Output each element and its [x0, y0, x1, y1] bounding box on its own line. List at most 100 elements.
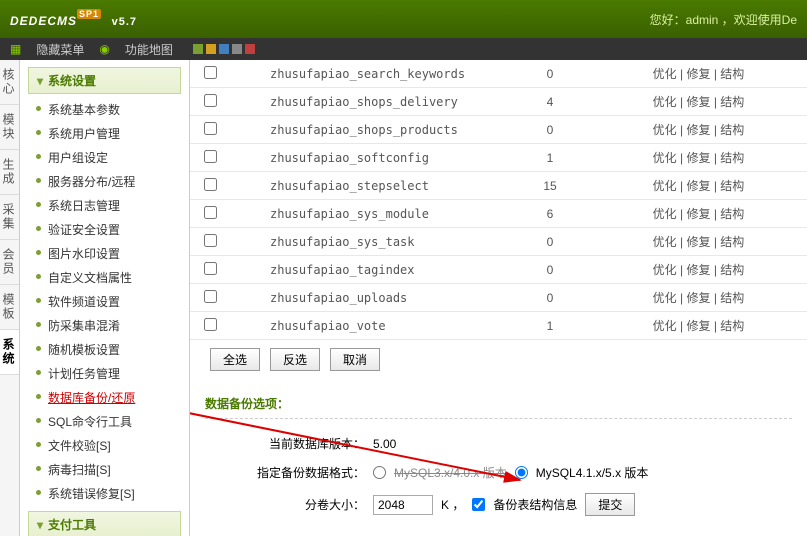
format-opt2-label: MySQL4.1.x/5.x 版本: [536, 464, 649, 481]
vtab-6[interactable]: 系统: [0, 330, 19, 375]
action-action_opt[interactable]: 优化: [653, 207, 677, 221]
vtab-5[interactable]: 模板: [0, 285, 19, 330]
side-item[interactable]: 用户组设定: [20, 146, 189, 170]
side-item[interactable]: 文件校验[S]: [20, 434, 189, 458]
row-checkbox[interactable]: [204, 66, 217, 79]
row-checkbox[interactable]: [204, 122, 217, 135]
action-action_opt[interactable]: 优化: [653, 319, 677, 333]
theme-green[interactable]: [193, 44, 203, 54]
action-action_str[interactable]: 结构: [720, 123, 744, 137]
row-checkbox[interactable]: [204, 290, 217, 303]
theme-blue[interactable]: [219, 44, 229, 54]
vtab-2[interactable]: 生成: [0, 150, 19, 195]
table-cell-actions: 优化 | 修复 | 结构: [590, 312, 807, 340]
action-action_rep[interactable]: 修复: [686, 151, 710, 165]
size-unit: K ，: [441, 496, 464, 513]
action-action_opt[interactable]: 优化: [653, 263, 677, 277]
row-checkbox[interactable]: [204, 318, 217, 331]
action-action_str[interactable]: 结构: [720, 235, 744, 249]
action-action_str[interactable]: 结构: [720, 151, 744, 165]
table-cell-name: zhusufapiao_tagindex: [230, 256, 510, 284]
side-item[interactable]: SQL命令行工具: [20, 410, 189, 434]
action-action_rep[interactable]: 修复: [686, 319, 710, 333]
hide-menu-link[interactable]: 隐藏菜单: [36, 41, 84, 58]
table-row: zhusufapiao_uploads0优化 | 修复 | 结构: [190, 284, 807, 312]
action-action_opt[interactable]: 优化: [653, 95, 677, 109]
row-checkbox[interactable]: [204, 94, 217, 107]
action-action_str[interactable]: 结构: [720, 319, 744, 333]
vtab-4[interactable]: 会员: [0, 240, 19, 285]
theme-gray[interactable]: [232, 44, 242, 54]
action-action_rep[interactable]: 修复: [686, 235, 710, 249]
side-item[interactable]: 服务器分布/远程: [20, 170, 189, 194]
action-action_str[interactable]: 结构: [720, 179, 744, 193]
side-item[interactable]: 防采集串混淆: [20, 314, 189, 338]
action-action_rep[interactable]: 修复: [686, 207, 710, 221]
row-checkbox[interactable]: [204, 206, 217, 219]
vtab-1[interactable]: 模块: [0, 105, 19, 150]
table-cell-name: zhusufapiao_shops_delivery: [230, 88, 510, 116]
logo: DEDECMSSP1 v5.7: [10, 8, 137, 31]
side-item[interactable]: 计划任务管理: [20, 362, 189, 386]
action-action_str[interactable]: 结构: [720, 95, 744, 109]
select-all-button[interactable]: 全选: [210, 348, 260, 371]
side-item[interactable]: 系统日志管理: [20, 194, 189, 218]
row-checkbox[interactable]: [204, 150, 217, 163]
side-item[interactable]: 数据库备份/还原: [20, 386, 189, 410]
side-item[interactable]: 图片水印设置: [20, 242, 189, 266]
side-group-title[interactable]: 支付工具: [28, 511, 181, 536]
toggle-menu-icon[interactable]: ▦: [10, 42, 21, 56]
theme-yellow[interactable]: [206, 44, 216, 54]
logo-version: v5.7: [112, 16, 137, 28]
cancel-button[interactable]: 取消: [330, 348, 380, 371]
invert-button[interactable]: 反选: [270, 348, 320, 371]
action-action_str[interactable]: 结构: [720, 67, 744, 81]
side-group-title[interactable]: 系统设置: [28, 67, 181, 94]
action-action_rep[interactable]: 修复: [686, 291, 710, 305]
vtab-0[interactable]: 核心: [0, 60, 19, 105]
struct-checkbox[interactable]: [472, 498, 485, 511]
action-action_str[interactable]: 结构: [720, 291, 744, 305]
side-item[interactable]: 病毒扫描[S]: [20, 458, 189, 482]
row-checkbox[interactable]: [204, 234, 217, 247]
db-version-label: 当前数据库版本：: [255, 435, 365, 452]
table-cell-count: 0: [510, 60, 590, 88]
action-action_str[interactable]: 结构: [720, 207, 744, 221]
side-item[interactable]: 软件频道设置: [20, 290, 189, 314]
action-action_opt[interactable]: 优化: [653, 235, 677, 249]
table-row: zhusufapiao_shops_delivery4优化 | 修复 | 结构: [190, 88, 807, 116]
format-radio-2[interactable]: [515, 466, 528, 479]
action-action_rep[interactable]: 修复: [686, 123, 710, 137]
vtab-3[interactable]: 采集: [0, 195, 19, 240]
side-item[interactable]: 系统用户管理: [20, 122, 189, 146]
side-item[interactable]: 系统错误修复[S]: [20, 482, 189, 506]
action-action_rep[interactable]: 修复: [686, 263, 710, 277]
sitemap-icon[interactable]: ◉: [99, 42, 109, 56]
action-action_rep[interactable]: 修复: [686, 67, 710, 81]
submit-button[interactable]: 提交: [585, 493, 635, 516]
action-action_opt[interactable]: 优化: [653, 123, 677, 137]
side-item[interactable]: 随机模板设置: [20, 338, 189, 362]
table-cell-count: 4: [510, 88, 590, 116]
row-checkbox[interactable]: [204, 178, 217, 191]
action-action_str[interactable]: 结构: [720, 263, 744, 277]
db-version-row: 当前数据库版本： 5.00: [205, 429, 792, 458]
side-item[interactable]: 验证安全设置: [20, 218, 189, 242]
theme-red[interactable]: [245, 44, 255, 54]
action-action_rep[interactable]: 修复: [686, 95, 710, 109]
action-action_rep[interactable]: 修复: [686, 179, 710, 193]
action-action_opt[interactable]: 优化: [653, 67, 677, 81]
size-input[interactable]: [373, 495, 433, 515]
site-map-link[interactable]: 功能地图: [125, 41, 173, 58]
action-action_opt[interactable]: 优化: [653, 291, 677, 305]
format-radio-1[interactable]: [373, 466, 386, 479]
side-item[interactable]: 自定义文档属性: [20, 266, 189, 290]
table-cell-actions: 优化 | 修复 | 结构: [590, 172, 807, 200]
row-checkbox[interactable]: [204, 262, 217, 275]
table-cell-name: zhusufapiao_uploads: [230, 284, 510, 312]
action-action_opt[interactable]: 优化: [653, 151, 677, 165]
side-item[interactable]: 系统基本参数: [20, 98, 189, 122]
action-action_opt[interactable]: 优化: [653, 179, 677, 193]
db-tables: zhusufapiao_search_keywords0优化 | 修复 | 结构…: [190, 60, 807, 340]
table-cell-name: zhusufapiao_stepselect: [230, 172, 510, 200]
